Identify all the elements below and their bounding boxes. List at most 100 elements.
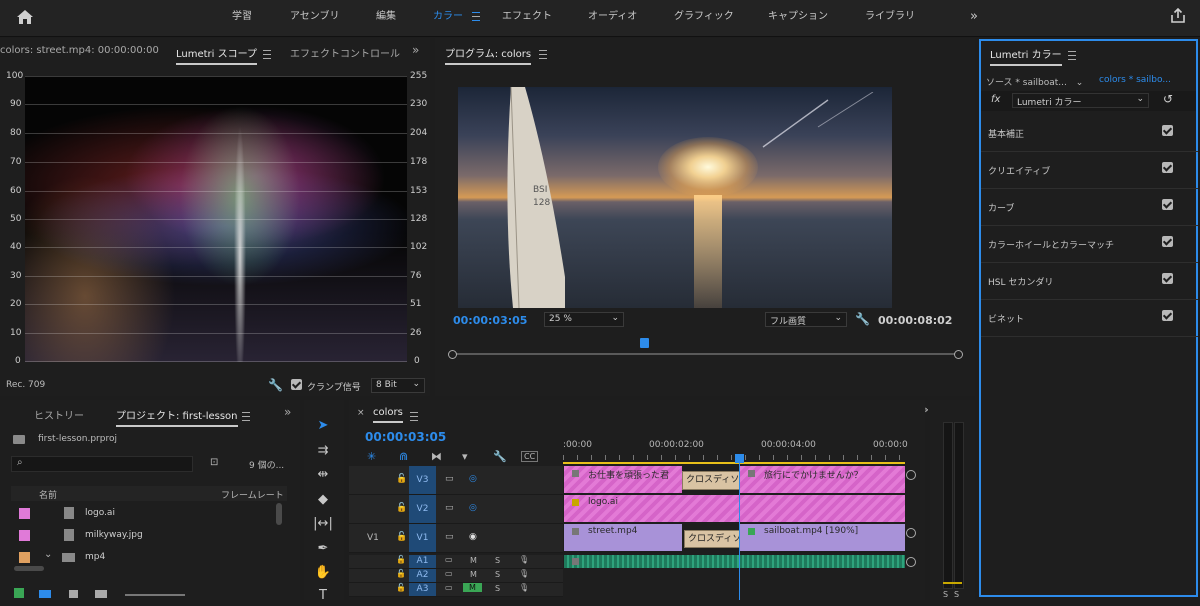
menu-icon[interactable] <box>539 49 547 59</box>
lumetri-section-vignette[interactable]: ビネット <box>981 299 1198 337</box>
sync-icon[interactable]: ▭ <box>445 532 454 542</box>
microphone-icon[interactable]: 🎙 <box>519 569 529 578</box>
export-icon[interactable] <box>1170 7 1186 27</box>
sync-icon[interactable]: ▭ <box>445 569 453 578</box>
mute-button[interactable]: M <box>470 570 477 579</box>
workspace-tab-graphics[interactable]: グラフィック <box>674 0 734 34</box>
clip-text-v3b[interactable]: 旅行にでかけませんか？ <box>740 466 905 493</box>
home-icon[interactable] <box>16 9 34 25</box>
zoom-slider[interactable] <box>125 594 185 596</box>
list-view-icon[interactable] <box>39 590 51 598</box>
more-tabs-icon[interactable]: » <box>412 43 419 57</box>
menu-icon[interactable] <box>263 49 271 59</box>
microphone-icon[interactable]: 🎙 <box>519 583 529 592</box>
solo-button[interactable]: S <box>943 590 948 599</box>
eye-icon[interactable]: ◎ <box>469 474 477 484</box>
lumetri-section-curves[interactable]: カーブ <box>981 188 1198 226</box>
lock-icon[interactable]: 🔓 <box>396 555 406 564</box>
lumetri-section-color-wheels[interactable]: カラーホイールとカラーマッチ <box>981 225 1198 263</box>
lock-icon[interactable]: 🔓 <box>396 503 407 513</box>
vertical-zoom-handle[interactable] <box>906 557 916 567</box>
source-clip-label[interactable]: ソース * sailboat... ⌄ <box>986 75 1083 88</box>
type-tool-icon[interactable]: T <box>312 586 334 606</box>
vertical-zoom-handle[interactable] <box>906 470 916 480</box>
section-enable-checkbox[interactable] <box>1162 310 1173 321</box>
scrubber-end-handle[interactable] <box>954 350 963 359</box>
list-item[interactable]: logo.ai <box>11 503 287 525</box>
hand-tool-icon[interactable]: ✋ <box>312 563 334 583</box>
wrench-icon[interactable]: 🔧 <box>855 312 870 326</box>
marker-icon[interactable]: ▾ <box>462 450 468 463</box>
horizontal-scrollbar[interactable] <box>14 566 44 571</box>
solo-button[interactable]: S <box>954 590 959 599</box>
menu-icon[interactable] <box>1068 50 1076 60</box>
captions-icon[interactable]: CC <box>521 451 539 462</box>
search-input[interactable]: ⌕ <box>11 456 193 472</box>
microphone-icon[interactable]: 🎙 <box>519 555 529 564</box>
menu-icon[interactable] <box>410 411 418 421</box>
list-scrollbar[interactable] <box>276 503 282 525</box>
fx-badge[interactable]: fx <box>991 94 1000 105</box>
column-name[interactable]: 名前 <box>39 488 57 501</box>
zoom-select[interactable]: 25 % ⌄ <box>544 312 624 327</box>
freeform-view-icon[interactable] <box>95 590 107 598</box>
reset-icon[interactable]: ↺ <box>1163 92 1173 106</box>
lumetri-section-creative[interactable]: クリエイティブ <box>981 151 1198 189</box>
menu-icon[interactable] <box>472 11 481 21</box>
workspace-tab-assembly[interactable]: アセンブリ <box>290 0 340 34</box>
tab-history[interactable]: ヒストリー <box>34 407 84 422</box>
list-item[interactable]: milkyway.jpg <box>11 525 287 547</box>
clip-logo-v2[interactable]: logo.ai <box>564 495 905 522</box>
slip-tool-icon[interactable]: |↔| <box>312 514 334 534</box>
section-enable-checkbox[interactable] <box>1162 273 1173 284</box>
pen-tool-icon[interactable]: ✒ <box>312 539 334 559</box>
workspace-tab-captions[interactable]: キャプション <box>768 0 828 34</box>
tab-sequence[interactable]: colors <box>373 407 403 423</box>
track-target-a3[interactable]: A3 <box>409 583 436 596</box>
eye-icon[interactable]: ◉ <box>469 532 477 542</box>
mute-button[interactable]: M <box>463 583 482 592</box>
section-enable-checkbox[interactable] <box>1162 162 1173 173</box>
lock-icon[interactable]: 🔓 <box>396 569 406 578</box>
track-select-tool-icon[interactable]: ⇉ <box>312 441 334 461</box>
insert-icon[interactable]: ⧓ <box>431 450 442 463</box>
transition-cross-dissolve-v3[interactable]: クロスディソ <box>682 471 742 490</box>
solo-button[interactable]: S <box>495 584 500 593</box>
tab-source-monitor[interactable]: colors: street.mp4: 00:00:00:00 <box>0 45 159 56</box>
wrench-icon[interactable]: 🔧 <box>493 450 507 463</box>
more-workspaces-icon[interactable]: » <box>970 0 978 34</box>
clamp-checkbox[interactable] <box>291 379 302 393</box>
playhead-timecode[interactable]: 00:00:03:05 <box>453 314 527 327</box>
workspace-tab-edit[interactable]: 編集 <box>376 0 396 34</box>
tab-lumetri-scopes[interactable]: Lumetri スコープ <box>176 45 258 65</box>
vertical-zoom-handle[interactable] <box>906 528 916 538</box>
chevron-down-icon[interactable]: ⌄ <box>44 549 52 560</box>
more-tabs-icon[interactable]: » <box>284 405 291 419</box>
clip-sailboat-v1[interactable]: sailboat.mp4 [190%] <box>740 524 905 551</box>
quality-select[interactable]: フル画質 ⌄ <box>765 312 847 327</box>
mute-button[interactable]: M <box>470 556 477 565</box>
section-enable-checkbox[interactable] <box>1162 125 1173 136</box>
eye-icon[interactable]: ◎ <box>469 503 477 513</box>
column-framerate[interactable]: フレームレート <box>221 488 284 501</box>
track-target-v3[interactable]: V3 <box>409 466 436 494</box>
workspace-tab-color[interactable]: カラー <box>433 0 481 34</box>
lock-icon[interactable]: 🔓 <box>396 583 406 592</box>
lumetri-section-basic[interactable]: 基本補正 <box>981 114 1198 152</box>
clip-street-v1[interactable]: street.mp4 <box>564 524 682 551</box>
solo-button[interactable]: S <box>495 570 500 579</box>
tab-effect-controls[interactable]: エフェクトコントロール <box>290 45 400 60</box>
new-bin-icon[interactable]: ⊡ <box>210 457 218 468</box>
clip-text-v3a[interactable]: お仕事を頑張った君 <box>564 466 682 493</box>
close-icon[interactable]: × <box>357 408 365 418</box>
bit-depth-select[interactable]: 8 Bit ⌄ <box>371 378 425 393</box>
timeline-timecode[interactable]: 00:00:03:05 <box>365 430 446 444</box>
transition-cross-dissolve-v1[interactable]: クロスディソ <box>684 530 742 548</box>
razor-tool-icon[interactable]: ◆ <box>312 490 334 510</box>
list-item[interactable]: ⌄ mp4 <box>11 547 287 569</box>
linked-selection-icon[interactable]: ⋒ <box>399 450 408 463</box>
tab-lumetri-color[interactable]: Lumetri カラー <box>990 46 1062 66</box>
sync-icon[interactable]: ▭ <box>445 555 453 564</box>
workspace-tab-learn[interactable]: 学習 <box>232 0 252 34</box>
time-ruler[interactable]: :00:00 00:00:02:00 00:00:04:00 00:00:0 <box>563 438 908 464</box>
